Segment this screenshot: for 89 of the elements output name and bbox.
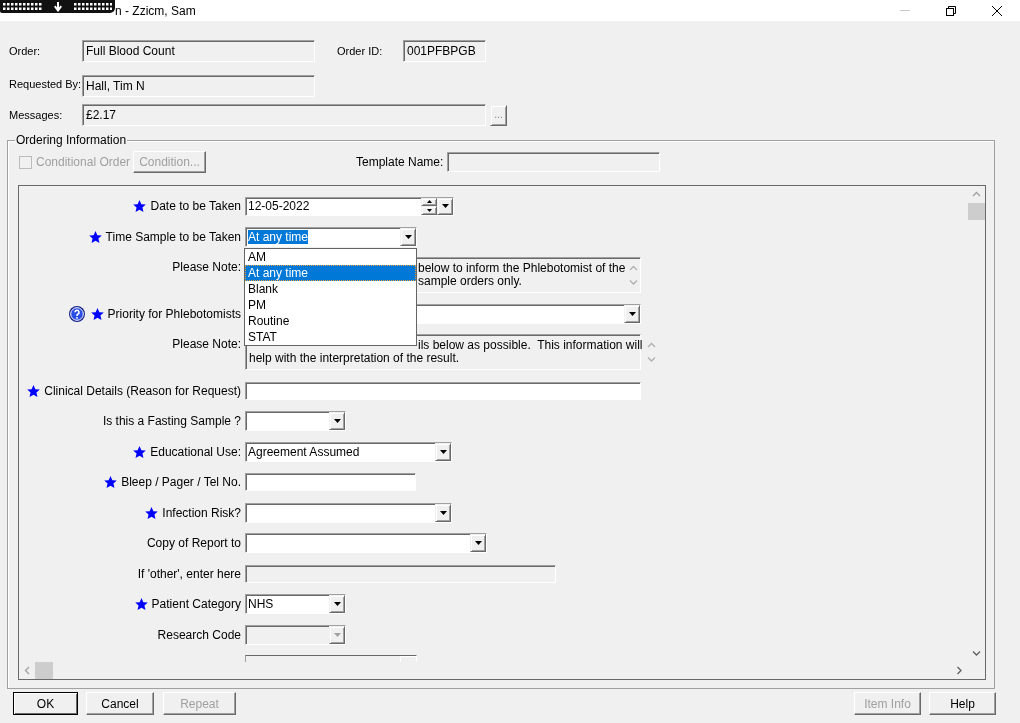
dropdown-button[interactable] xyxy=(400,227,416,246)
group-title: Ordering Information xyxy=(15,133,128,147)
ok-button[interactable]: OK xyxy=(13,692,78,715)
help-icon[interactable] xyxy=(68,305,85,322)
input-field[interactable] xyxy=(245,473,416,491)
checkbox-label: Conditional Order xyxy=(36,154,131,171)
field-label: Time Sample to be Taken xyxy=(105,229,241,244)
field-label: Date to be Taken xyxy=(150,199,241,213)
caret-down-icon xyxy=(439,510,447,515)
field-label: If 'other', enter here xyxy=(137,566,241,581)
field-label: Patient Category xyxy=(151,597,241,611)
note-text: below to inform the Phlebotomist of the xyxy=(418,262,626,275)
grip-icon xyxy=(73,3,112,10)
dropdown-field[interactable] xyxy=(245,502,452,523)
caret-up-icon xyxy=(426,200,432,204)
caret-down-icon xyxy=(333,602,341,606)
dropdown-field[interactable]: At any time xyxy=(245,226,417,247)
field-label: Order ID: xyxy=(337,45,383,57)
dropdown-option[interactable]: Blank xyxy=(245,280,416,297)
scroll-thumb[interactable] xyxy=(35,662,53,679)
chevron-up-icon xyxy=(629,265,639,272)
dropdown-option[interactable]: At any time xyxy=(245,264,416,281)
dropdown-option[interactable]: Routine xyxy=(245,312,416,329)
dropdown-button[interactable] xyxy=(437,197,453,215)
chevron-down-icon xyxy=(646,355,656,362)
chevron-right-icon xyxy=(956,666,963,675)
scroll-thumb[interactable] xyxy=(968,203,985,220)
chevron-up-icon xyxy=(972,191,981,198)
field-label: Clinical Details (Reason for Request) xyxy=(44,383,241,398)
text-field[interactable] xyxy=(447,152,660,172)
cancel-button[interactable]: Cancel xyxy=(86,692,154,715)
field-label: Requested By: xyxy=(9,76,82,92)
date-field[interactable]: 12-05-2022 xyxy=(245,196,454,216)
field-label: Research Code xyxy=(157,627,241,642)
dropdown-button[interactable] xyxy=(624,304,640,323)
text-field[interactable]: Hall, Tim N xyxy=(82,75,315,97)
restore-icon xyxy=(946,5,956,16)
chevron-down-icon xyxy=(972,650,981,657)
window-title: n - Zzicm, Sam xyxy=(115,3,196,18)
field-label: Template Name: xyxy=(356,155,444,169)
note-text: ils below as possible. This information will xyxy=(418,339,643,352)
text-selection: At any time xyxy=(248,229,309,244)
dropdown-field[interactable] xyxy=(245,655,417,662)
grip-icon xyxy=(3,3,42,10)
note-text: sample orders only. xyxy=(418,275,522,288)
caret-down-icon xyxy=(404,234,412,239)
dropdown-field[interactable]: Agreement Assumed xyxy=(245,441,452,462)
chevron-down-icon xyxy=(629,278,639,285)
caret-down-icon xyxy=(333,419,341,423)
dropdown-field[interactable] xyxy=(245,411,346,431)
caret-down-icon xyxy=(474,541,482,545)
dropdown-option[interactable]: AM xyxy=(245,248,416,265)
spin-down-button[interactable] xyxy=(421,206,437,215)
field-label: Is this a Fasting Sample ? xyxy=(102,414,241,428)
field-label: Infection Risk? xyxy=(162,505,241,520)
field-label: Please Note: xyxy=(172,337,241,351)
field-label: Priority for Phlebotomists xyxy=(107,306,241,321)
caret-down-icon xyxy=(333,632,341,637)
text-field[interactable]: £2.17 xyxy=(82,104,486,126)
caret-down-icon xyxy=(628,311,636,316)
dropdown-button[interactable] xyxy=(435,442,451,461)
dropdown-option[interactable]: PM xyxy=(245,296,416,313)
field-label: Bleep / Pager / Tel No. xyxy=(121,475,241,489)
dropdown-button[interactable] xyxy=(329,412,345,430)
field-label: Educational Use: xyxy=(150,444,241,459)
text-field[interactable]: 001PFBPGB xyxy=(403,40,486,62)
dropdown-button[interactable] xyxy=(470,534,486,552)
dropdown-button[interactable] xyxy=(329,595,345,613)
field-label: Order: xyxy=(9,45,41,57)
input-field[interactable] xyxy=(245,381,641,400)
caret-down-icon xyxy=(439,449,447,454)
help-button[interactable]: Help xyxy=(929,692,996,715)
dropdown-field[interactable]: NHS xyxy=(245,594,346,614)
dropdown-button[interactable] xyxy=(435,503,451,522)
spin-up-button[interactable] xyxy=(421,197,437,206)
minimize-icon xyxy=(900,10,910,11)
chevron-up-icon xyxy=(646,342,656,349)
field-label: Please Note: xyxy=(172,260,241,274)
field-label: Copy of Report to xyxy=(146,536,241,550)
caret-down-icon xyxy=(426,208,432,212)
note-text: help with the interpretation of the result. xyxy=(249,352,460,365)
close-icon xyxy=(992,5,1002,16)
field-label: Messages: xyxy=(9,109,63,121)
chevron-left-icon xyxy=(23,666,31,675)
remote-toolbar[interactable] xyxy=(0,0,115,13)
dropdown-option[interactable]: STAT xyxy=(245,328,416,345)
dropdown-field[interactable] xyxy=(245,533,487,553)
caret-down-icon xyxy=(441,204,449,208)
text-field[interactable]: Full Blood Count xyxy=(82,40,315,62)
